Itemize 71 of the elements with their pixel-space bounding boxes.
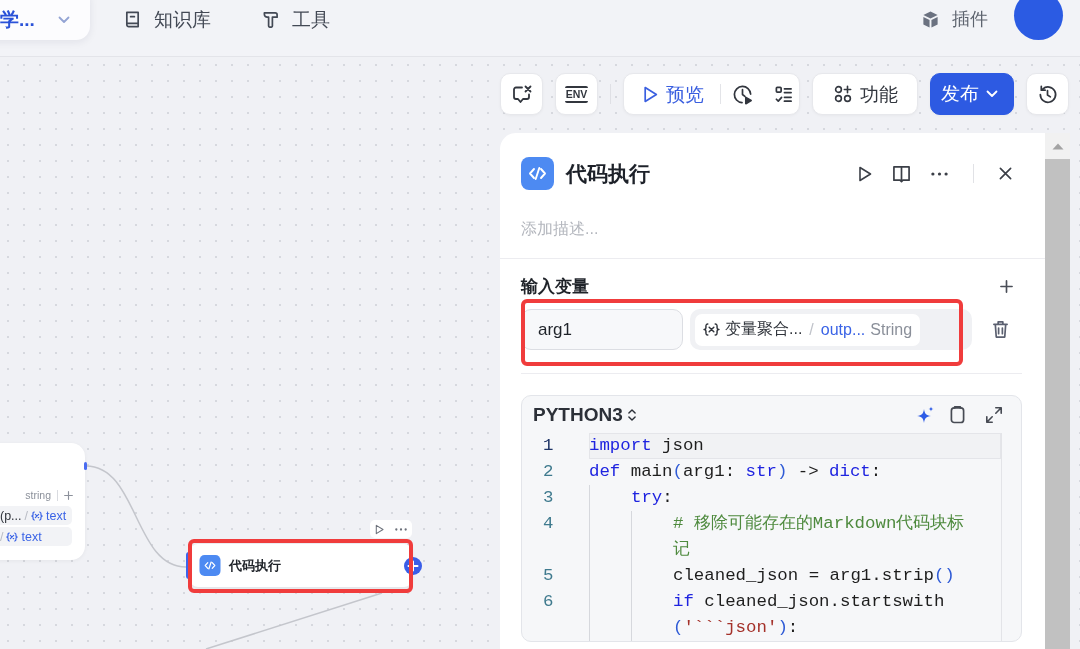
publish-button[interactable]: 发布 [930, 73, 1014, 115]
cube-icon [921, 9, 940, 29]
source-node-name: 变量聚合... [725, 319, 803, 339]
clipboard-icon[interactable] [950, 405, 965, 424]
book-icon [124, 9, 141, 29]
trash-icon[interactable] [992, 320, 1009, 339]
line-number: 5 [542, 565, 555, 587]
speech-bubble-x-icon [510, 84, 533, 104]
code-line: try: [631, 487, 674, 509]
path-separator: / [809, 320, 814, 339]
book-open-icon[interactable] [892, 164, 911, 183]
code-icon [199, 555, 221, 576]
code-line: def main(arg1: str) -> dict: [589, 461, 883, 483]
line-number: 6 [542, 591, 555, 613]
close-icon[interactable] [999, 167, 1012, 180]
connection-handle-icon[interactable] [186, 552, 190, 579]
up-down-icon [626, 407, 637, 422]
nav-link[interactable]: 知识库 [124, 0, 211, 38]
code-line: cleaned_json = arg1.strip() [673, 565, 956, 587]
variable-reference: text [46, 508, 67, 523]
hammer-icon [262, 9, 279, 29]
path-separator: / [24, 508, 29, 523]
section-title: 输入变量 [521, 275, 589, 298]
panel-title: 代码执行 [566, 160, 650, 187]
code-line: # 移除可能存在的Markdown代码块标记 [673, 513, 966, 561]
variable-chip[interactable]: 变量聚合... / outp... String [695, 313, 921, 346]
workspace-dropdown[interactable]: 学... [0, 0, 90, 40]
history-button[interactable] [1026, 73, 1069, 115]
variable-icon [703, 323, 720, 336]
workflow-node[interactable]: 代码执行 [190, 544, 412, 587]
variable-icon [6, 531, 19, 542]
expand-icon[interactable] [985, 405, 1003, 424]
nav-link[interactable]: 工具 [262, 0, 330, 38]
line-number: 3 [542, 487, 555, 509]
checklist-icon[interactable] [774, 84, 793, 104]
line-number: 4 [542, 513, 555, 535]
workflow-node[interactable]: string (p... / text / text [0, 443, 85, 560]
history-icon [1037, 83, 1058, 105]
connection-handle-icon[interactable] [84, 462, 87, 470]
type-label: String [870, 320, 913, 339]
clock-play-icon[interactable] [732, 83, 753, 105]
path-separator: / [0, 529, 4, 544]
chevron-down-icon [986, 90, 998, 98]
line-number: 1 [542, 435, 555, 457]
variable-reference: text [21, 529, 42, 544]
type-label: string [25, 489, 51, 501]
comment-button[interactable] [500, 73, 543, 115]
play-icon [643, 85, 658, 103]
apps-icon [834, 85, 852, 103]
avatar[interactable] [1014, 0, 1063, 40]
preview-button[interactable]: 预览 [643, 81, 704, 107]
play-icon[interactable] [375, 523, 385, 535]
line-number: 2 [542, 461, 555, 483]
code-line: if cleaned_json.startswith ('```json'): [673, 591, 946, 639]
variable-name: (p... [0, 508, 22, 523]
more-icon[interactable] [394, 527, 407, 531]
plus-icon[interactable] [1000, 279, 1013, 293]
add-node-icon[interactable] [404, 557, 422, 575]
variable-icon [31, 510, 44, 521]
language-selector[interactable]: PYTHON3 [533, 403, 637, 426]
plugins-link[interactable]: 插件 [921, 0, 988, 38]
features-button[interactable]: 功能 [812, 73, 918, 115]
chevron-down-icon [58, 16, 70, 24]
description-field[interactable]: 添加描述... [521, 214, 1024, 244]
code-icon [521, 157, 554, 190]
more-icon[interactable] [931, 171, 948, 176]
output-name: outp... [820, 320, 866, 339]
variable-reference-field[interactable]: 变量聚合... / outp... String [690, 309, 972, 350]
env-button[interactable]: ENV [555, 73, 598, 115]
play-icon[interactable] [858, 165, 872, 182]
node-title: 代码执行 [229, 556, 281, 575]
